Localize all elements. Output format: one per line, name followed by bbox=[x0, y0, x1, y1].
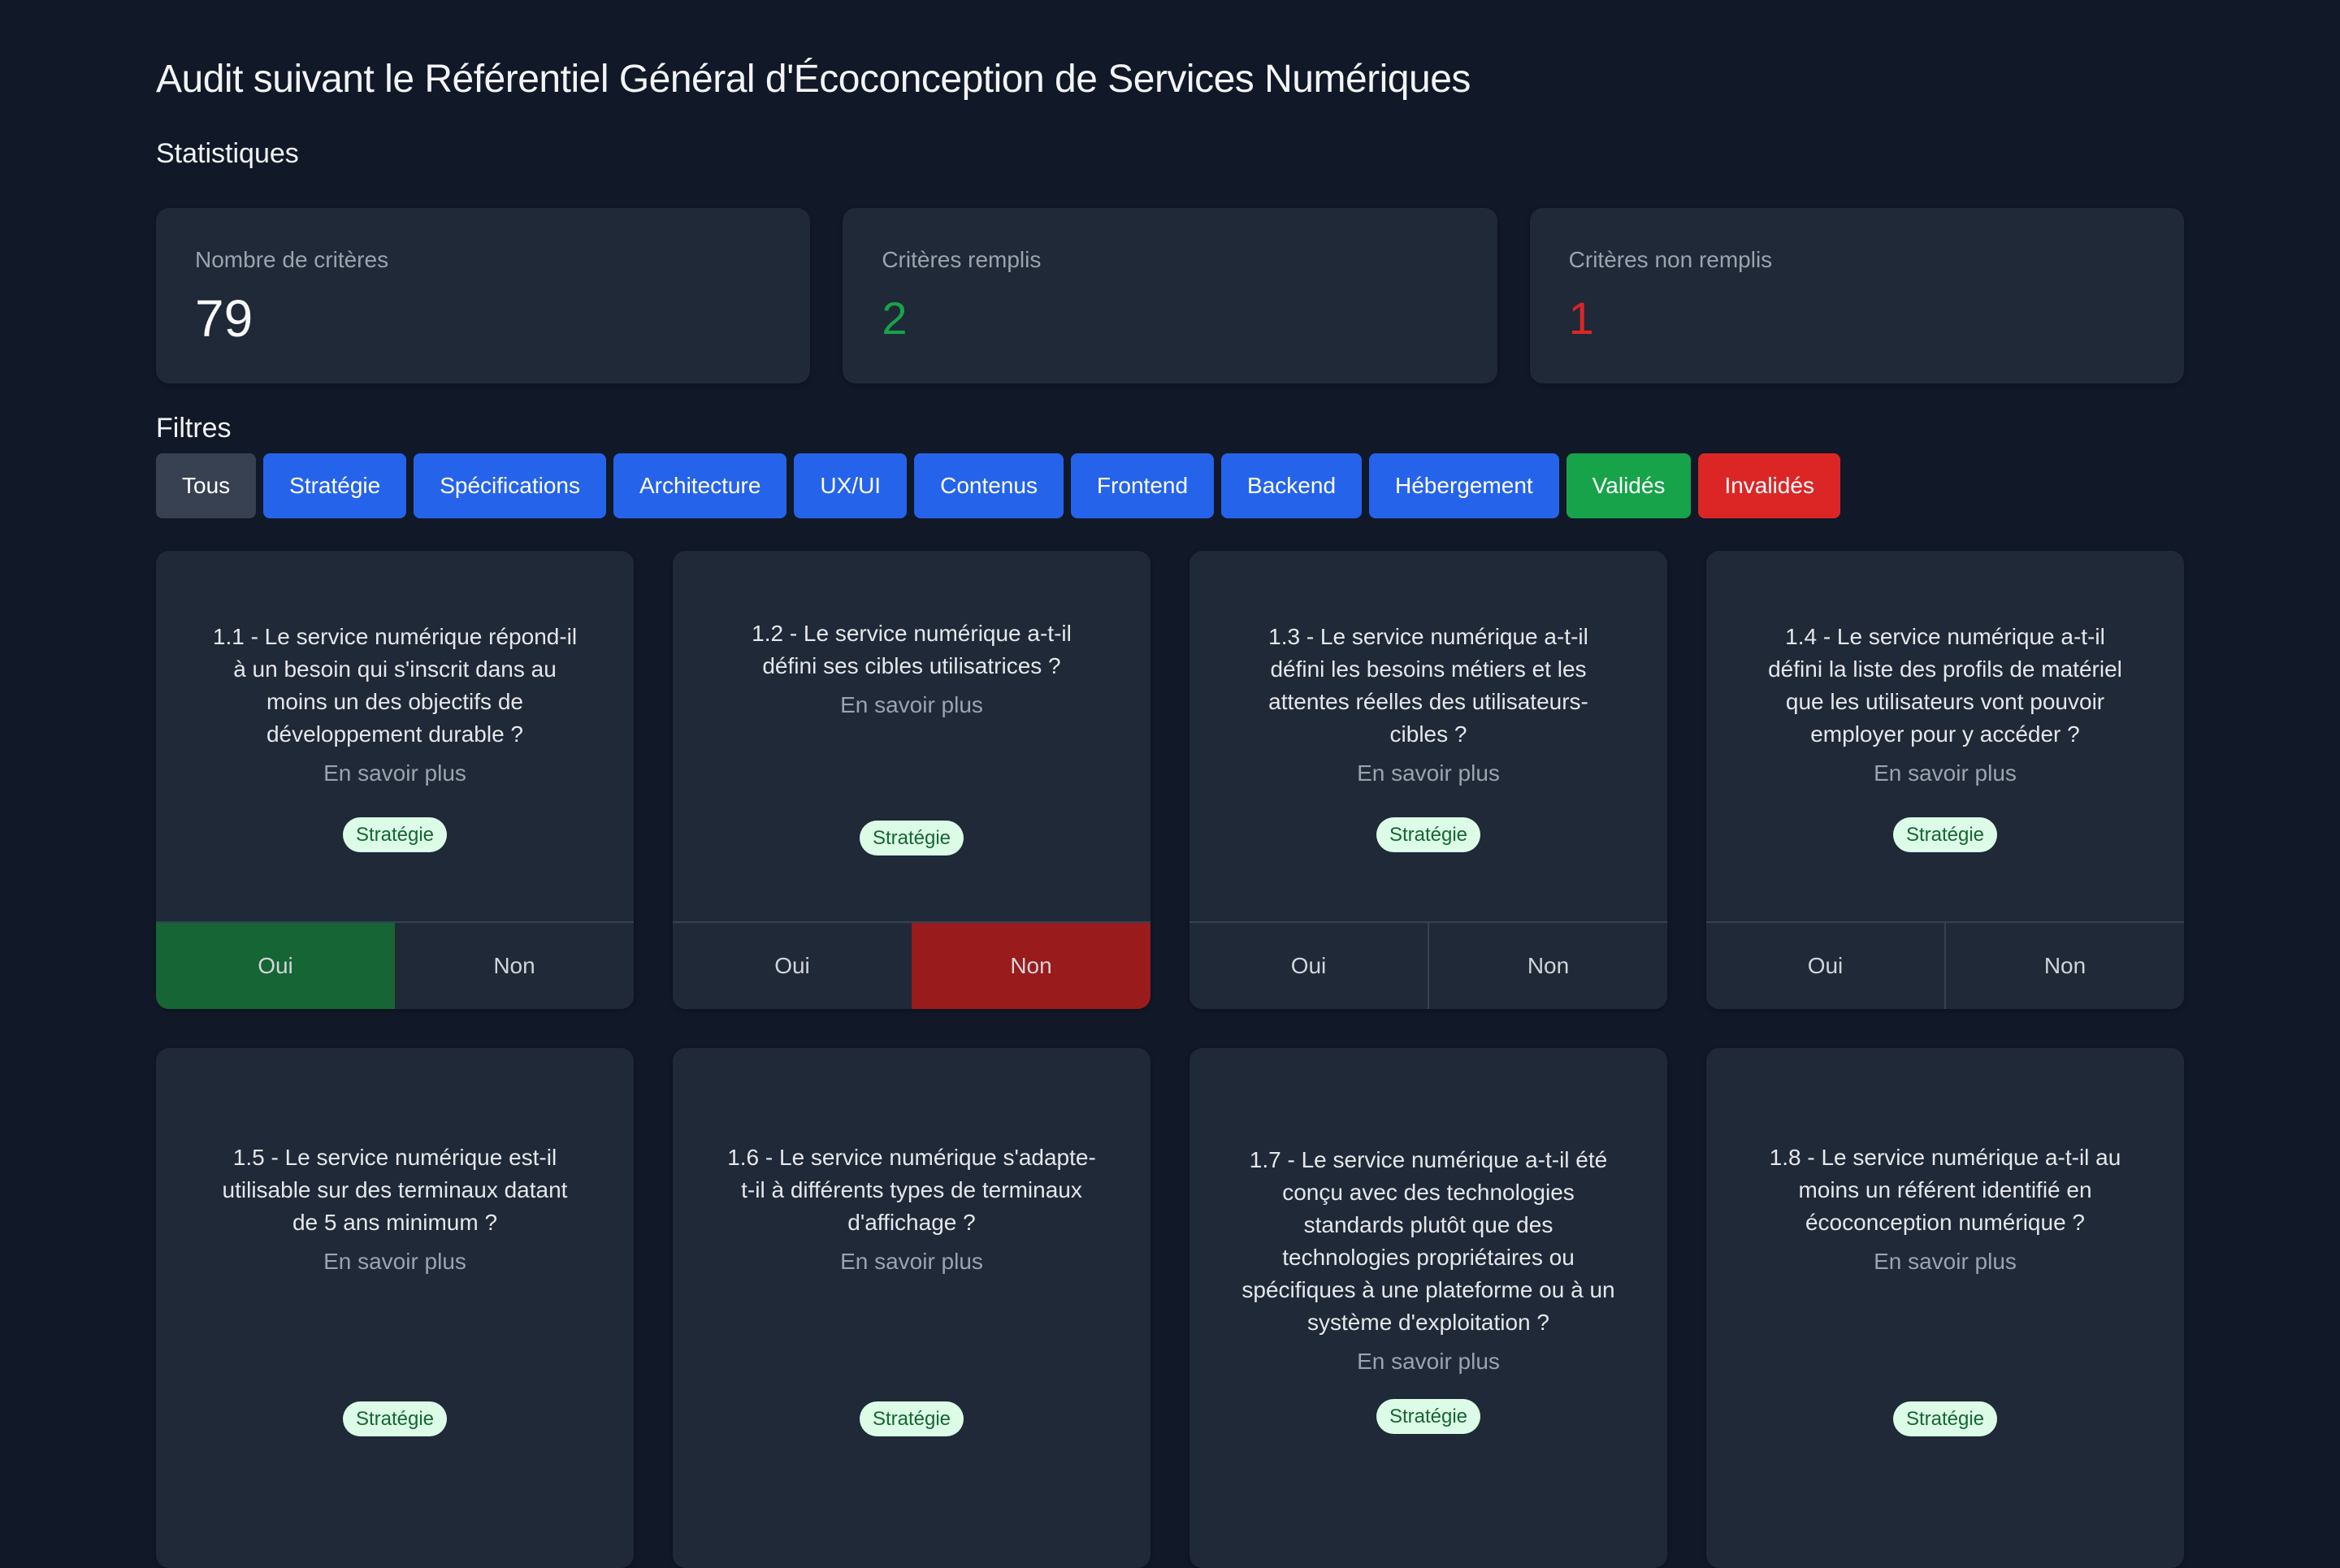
filter-architecture-button[interactable]: Architecture bbox=[613, 453, 787, 518]
criterion-question: 1.8 - Le service numérique a-t-il au moi… bbox=[1769, 1144, 2121, 1235]
category-badge: Stratégie bbox=[1892, 816, 1998, 852]
answer-actions: Oui Non bbox=[156, 921, 634, 1009]
stat-value-unfulfilled: 1 bbox=[1568, 292, 1594, 344]
category-badge: Stratégie bbox=[1376, 816, 1481, 852]
filter-validated-button[interactable]: Validés bbox=[1566, 453, 1692, 518]
criterion-question: 1.4 - Le service numérique a-t-il défini… bbox=[1768, 623, 2122, 747]
criterion-question: 1.5 - Le service numérique est-il utilis… bbox=[222, 1144, 568, 1235]
no-button[interactable]: Non bbox=[1428, 923, 1667, 1009]
filter-specifications-button[interactable]: Spécifications bbox=[414, 453, 606, 518]
filter-strategie-button[interactable]: Stratégie bbox=[263, 453, 407, 518]
yes-button[interactable]: Oui bbox=[1706, 923, 1944, 1009]
page-title: Audit suivant le Référentiel Général d'É… bbox=[156, 58, 1471, 101]
stat-value-total: 79 bbox=[195, 289, 254, 348]
stat-label: Critères remplis bbox=[882, 247, 1042, 272]
yes-button[interactable]: Oui bbox=[1190, 923, 1428, 1009]
answer-actions: Oui Non bbox=[1190, 921, 1667, 1009]
learn-more-link[interactable]: En savoir plus bbox=[1874, 757, 2017, 790]
no-button[interactable]: Non bbox=[1944, 923, 2184, 1009]
criterion-card: 1.5 - Le service numérique est-il utilis… bbox=[156, 1048, 634, 1568]
answer-actions: Oui Non bbox=[1706, 921, 2184, 1009]
answer-actions: Oui Non bbox=[673, 921, 1150, 1009]
filter-uxui-button[interactable]: UX/UI bbox=[794, 453, 908, 518]
criterion-question: 1.6 - Le service numérique s'adapte-t-il… bbox=[727, 1144, 1096, 1235]
learn-more-link[interactable]: En savoir plus bbox=[1874, 1245, 2017, 1278]
category-badge: Stratégie bbox=[342, 816, 448, 852]
criterion-card: 1.4 - Le service numérique a-t-il défini… bbox=[1706, 551, 2184, 1009]
no-button[interactable]: Non bbox=[395, 923, 634, 1009]
stats-section-title: Statistiques bbox=[156, 138, 299, 169]
criterion-card: 1.3 - Le service numérique a-t-il défini… bbox=[1190, 551, 1667, 1009]
category-badge: Stratégie bbox=[1892, 1401, 1998, 1436]
stat-value-fulfilled: 2 bbox=[882, 292, 908, 344]
stat-card-unfulfilled: Critères non remplis 1 bbox=[1529, 208, 2184, 383]
stat-card-total: Nombre de critères 79 bbox=[156, 208, 811, 383]
stat-card-fulfilled: Critères remplis 2 bbox=[843, 208, 1497, 383]
criterion-question: 1.3 - Le service numérique a-t-il défini… bbox=[1268, 623, 1588, 747]
no-button[interactable]: Non bbox=[912, 923, 1150, 1009]
learn-more-link[interactable]: En savoir plus bbox=[323, 757, 466, 790]
filter-frontend-button[interactable]: Frontend bbox=[1070, 453, 1215, 518]
category-badge: Stratégie bbox=[859, 820, 964, 855]
criterion-card: 1.7 - Le service numérique a-t-il été co… bbox=[1190, 1048, 1667, 1568]
filter-backend-button[interactable]: Backend bbox=[1221, 453, 1363, 518]
criterion-question: 1.2 - Le service numérique a-t-il défini… bbox=[752, 620, 1072, 678]
learn-more-link[interactable]: En savoir plus bbox=[1357, 1345, 1500, 1378]
criterion-question: 1.7 - Le service numérique a-t-il été co… bbox=[1242, 1146, 1615, 1335]
learn-more-link[interactable]: En savoir plus bbox=[840, 1245, 983, 1278]
filter-contenus-button[interactable]: Contenus bbox=[914, 453, 1064, 518]
category-badge: Stratégie bbox=[859, 1401, 964, 1436]
criterion-card: 1.6 - Le service numérique s'adapte-t-il… bbox=[673, 1048, 1150, 1568]
stat-label: Critères non remplis bbox=[1568, 247, 1773, 272]
filter-invalidated-button[interactable]: Invalidés bbox=[1698, 453, 1840, 518]
criteria-grid: 1.1 - Le service numérique répond-il à u… bbox=[156, 551, 2184, 1568]
learn-more-link[interactable]: En savoir plus bbox=[1357, 757, 1500, 790]
criterion-card: 1.1 - Le service numérique répond-il à u… bbox=[156, 551, 634, 1009]
category-badge: Stratégie bbox=[1376, 1398, 1481, 1434]
yes-button[interactable]: Oui bbox=[673, 923, 912, 1009]
stat-label: Nombre de critères bbox=[195, 247, 389, 272]
filter-bar: Tous Stratégie Spécifications Architectu… bbox=[156, 453, 1840, 518]
filters-section-title: Filtres bbox=[156, 413, 232, 444]
filter-all-button[interactable]: Tous bbox=[156, 453, 257, 518]
learn-more-link[interactable]: En savoir plus bbox=[840, 689, 983, 721]
criterion-card: 1.2 - Le service numérique a-t-il défini… bbox=[673, 551, 1150, 1009]
filter-hebergement-button[interactable]: Hébergement bbox=[1369, 453, 1559, 518]
criterion-question: 1.1 - Le service numérique répond-il à u… bbox=[212, 623, 578, 747]
stats-panel: Nombre de critères 79 Critères remplis 2… bbox=[156, 208, 2184, 383]
criterion-card: 1.8 - Le service numérique a-t-il au moi… bbox=[1706, 1048, 2184, 1568]
category-badge: Stratégie bbox=[342, 1401, 448, 1436]
yes-button[interactable]: Oui bbox=[156, 923, 395, 1009]
learn-more-link[interactable]: En savoir plus bbox=[323, 1245, 466, 1278]
